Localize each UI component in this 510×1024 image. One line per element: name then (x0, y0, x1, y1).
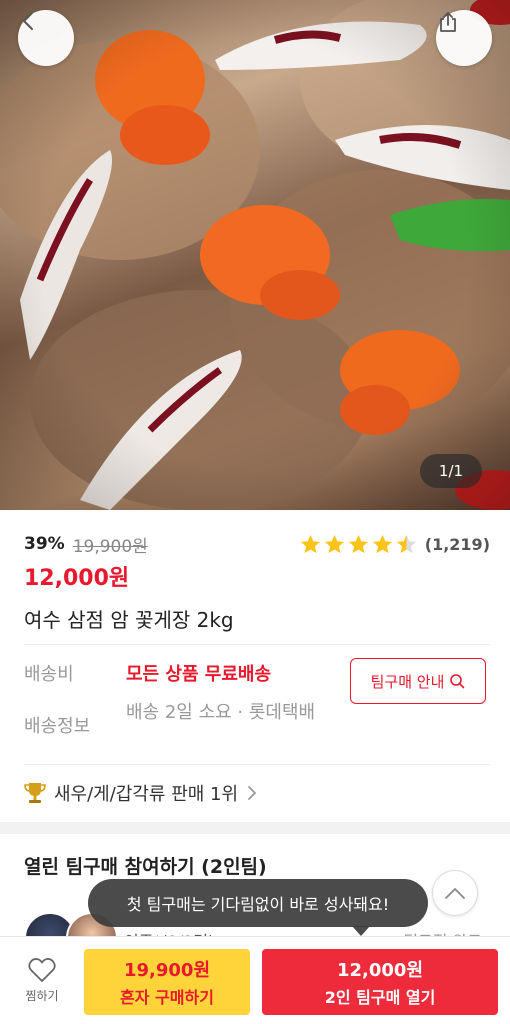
product-image-gallery[interactable]: 1/1 (0, 0, 510, 510)
section-separator (0, 822, 510, 834)
share-button[interactable] (436, 10, 492, 66)
open-team-purchase-button[interactable]: 12,000원 2인 팀구매 열기 (262, 949, 498, 1015)
team-purchase-guide-button[interactable]: 팀구매 안내 (350, 658, 486, 704)
chevron-left-icon (23, 12, 33, 30)
wishlist-label: 찜하기 (25, 989, 59, 1003)
shipping-fee-label: 배송비 (24, 664, 74, 685)
search-icon (450, 674, 465, 689)
original-price: 19,900원 (72, 536, 148, 557)
review-count: (1,219) (424, 534, 490, 554)
star-icon (348, 534, 368, 553)
open-team-purchase-title: 열린 팀구매 참여하기 (2인팀) (24, 856, 267, 878)
trophy-icon (24, 783, 46, 803)
scroll-to-top-button[interactable] (432, 870, 478, 916)
half-star-icon (396, 534, 416, 553)
product-title: 여수 삼점 암 꽃게장 2kg (24, 608, 234, 632)
shipping-info-label: 배송정보 (24, 716, 91, 737)
team-price: 12,000원 (336, 960, 424, 981)
solo-label: 혼자 구매하기 (120, 988, 214, 1007)
chevron-right-icon (248, 786, 256, 800)
team-label: 2인 팀구매 열기 (324, 988, 436, 1007)
share-icon (440, 12, 456, 32)
shipping-info-value: 배송 2일 소요 · 롯데택배 (126, 702, 316, 723)
discount-rate: 39% (24, 534, 65, 554)
ranking-link[interactable]: 새우/게/갑각류 판매 1위 (24, 778, 258, 808)
divider (24, 644, 490, 645)
first-team-purchase-tooltip: 첫 팀구매는 기다림없이 바로 성사돼요! (88, 879, 428, 927)
heart-icon (28, 958, 56, 982)
star-icon (372, 534, 392, 553)
tooltip-arrow (352, 926, 370, 936)
sale-price: 12,000원 (24, 566, 130, 591)
buy-alone-button[interactable]: 19,900원 혼자 구매하기 (84, 949, 250, 1015)
back-button[interactable] (18, 10, 74, 66)
star-icon (300, 534, 320, 553)
star-rating (299, 533, 419, 556)
ranking-text: 새우/게/갑각류 판매 1위 (54, 784, 239, 805)
chevron-up-icon (445, 888, 465, 899)
gallery-page-indicator: 1/1 (420, 454, 482, 488)
price-row: 39% 19,900원 (1,219) (24, 530, 490, 558)
guide-button-label: 팀구매 안내 (370, 672, 445, 691)
purchase-action-bar: 찜하기 19,900원 혼자 구매하기 12,000원 2인 팀구매 열기 (0, 936, 510, 1024)
shipping-fee-value: 모든 상품 무료배송 (126, 664, 272, 685)
star-icon (324, 534, 344, 553)
product-photo (0, 0, 510, 510)
wishlist-button[interactable]: 찜하기 (14, 957, 70, 1013)
solo-price: 19,900원 (123, 960, 211, 981)
rating-summary[interactable]: (1,219) (299, 530, 490, 558)
divider (24, 764, 490, 765)
